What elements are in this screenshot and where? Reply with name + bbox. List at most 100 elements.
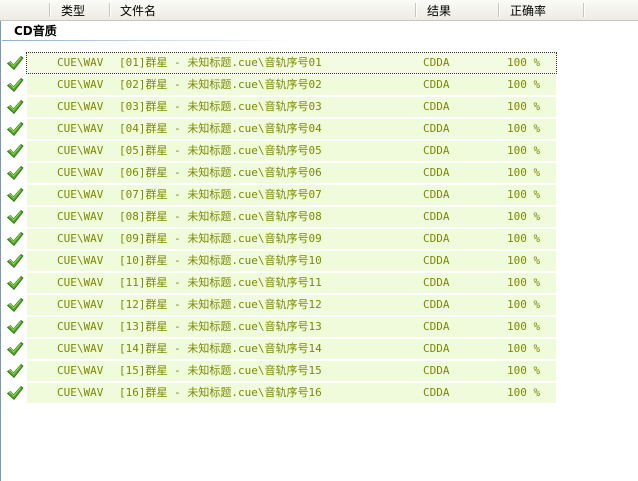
table-row[interactable]: CUE\WAV [02]群星 - 未知标题.cue\音轨序号02 CDDA 100 %	[0, 74, 638, 96]
cell-accuracy: 100 %	[507, 166, 541, 179]
cell-result: CDDA	[423, 232, 450, 245]
cell-filename: [11]群星 - 未知标题.cue\音轨序号11	[119, 276, 322, 289]
header-separator[interactable]	[49, 3, 51, 17]
cell-type: CUE\WAV	[57, 56, 104, 69]
cell-type: CUE\WAV	[57, 232, 104, 245]
checkmark-icon	[6, 363, 24, 379]
checkmark-icon	[6, 297, 24, 313]
cell-result: CDDA	[423, 364, 450, 377]
table-row[interactable]: CUE\WAV [05]群星 - 未知标题.cue\音轨序号05 CDDA 100 %	[0, 140, 638, 162]
table-row[interactable]: CUE\WAV [09]群星 - 未知标题.cue\音轨序号09 CDDA 100 %	[0, 228, 638, 250]
cell-accuracy: 100 %	[507, 56, 541, 69]
cell-result: CDDA	[423, 254, 450, 267]
cell-filename: [15]群星 - 未知标题.cue\音轨序号15	[119, 364, 322, 377]
column-header-accuracy[interactable]: 正确率	[510, 0, 546, 20]
cell-type: CUE\WAV	[57, 210, 104, 223]
table-row[interactable]: CUE\WAV [11]群星 - 未知标题.cue\音轨序号11 CDDA 100 %	[0, 272, 638, 294]
checkmark-icon	[6, 209, 24, 225]
cell-type: CUE\WAV	[57, 364, 104, 377]
cell-result: CDDA	[423, 298, 450, 311]
cell-accuracy: 100 %	[507, 122, 541, 135]
checkmark-icon	[6, 143, 24, 159]
cell-accuracy: 100 %	[507, 276, 541, 289]
cell-result: CDDA	[423, 78, 450, 91]
group-divider	[2, 40, 292, 41]
checkmark-icon	[6, 385, 24, 401]
cell-accuracy: 100 %	[507, 386, 541, 399]
table-row[interactable]: CUE\WAV [01]群星 - 未知标题.cue\音轨序号01 CDDA 100 %	[0, 52, 638, 74]
cell-accuracy: 100 %	[507, 210, 541, 223]
cell-result: CDDA	[423, 386, 450, 399]
table-row[interactable]: CUE\WAV [16]群星 - 未知标题.cue\音轨序号16 CDDA 100 %	[0, 382, 638, 404]
cell-result: CDDA	[423, 166, 450, 179]
cell-filename: [09]群星 - 未知标题.cue\音轨序号09	[119, 232, 322, 245]
table-row[interactable]: CUE\WAV [10]群星 - 未知标题.cue\音轨序号10 CDDA 100 %	[0, 250, 638, 272]
header-separator[interactable]	[498, 3, 500, 17]
cell-filename: [05]群星 - 未知标题.cue\音轨序号05	[119, 144, 322, 157]
checkmark-icon	[6, 121, 24, 137]
cell-filename: [04]群星 - 未知标题.cue\音轨序号04	[119, 122, 322, 135]
column-header-type[interactable]: 类型	[61, 0, 85, 20]
cell-result: CDDA	[423, 276, 450, 289]
cell-filename: [13]群星 - 未知标题.cue\音轨序号13	[119, 320, 322, 333]
cell-accuracy: 100 %	[507, 100, 541, 113]
checkmark-icon	[6, 275, 24, 291]
cell-result: CDDA	[423, 320, 450, 333]
cell-type: CUE\WAV	[57, 342, 104, 355]
header-separator[interactable]	[415, 3, 417, 17]
cell-type: CUE\WAV	[57, 166, 104, 179]
cell-accuracy: 100 %	[507, 364, 541, 377]
cell-type: CUE\WAV	[57, 78, 104, 91]
cell-accuracy: 100 %	[507, 320, 541, 333]
cell-type: CUE\WAV	[57, 144, 104, 157]
cell-filename: [14]群星 - 未知标题.cue\音轨序号14	[119, 342, 322, 355]
cell-result: CDDA	[423, 210, 450, 223]
cell-result: CDDA	[423, 100, 450, 113]
cell-accuracy: 100 %	[507, 342, 541, 355]
checkmark-icon	[6, 165, 24, 181]
cell-result: CDDA	[423, 122, 450, 135]
cell-accuracy: 100 %	[507, 144, 541, 157]
cell-accuracy: 100 %	[507, 78, 541, 91]
table-row[interactable]: CUE\WAV [06]群星 - 未知标题.cue\音轨序号06 CDDA 100 %	[0, 162, 638, 184]
table-row[interactable]: CUE\WAV [12]群星 - 未知标题.cue\音轨序号12 CDDA 100 %	[0, 294, 638, 316]
cell-type: CUE\WAV	[57, 254, 104, 267]
checkmark-icon	[6, 231, 24, 247]
cell-type: CUE\WAV	[57, 320, 104, 333]
checkmark-icon	[6, 99, 24, 115]
cell-accuracy: 100 %	[507, 232, 541, 245]
header-separator[interactable]	[109, 3, 111, 17]
table-row[interactable]: CUE\WAV [15]群星 - 未知标题.cue\音轨序号15 CDDA 100 %	[0, 360, 638, 382]
table-row[interactable]: CUE\WAV [08]群星 - 未知标题.cue\音轨序号08 CDDA 100 %	[0, 206, 638, 228]
cell-type: CUE\WAV	[57, 188, 104, 201]
checkmark-icon	[6, 319, 24, 335]
checkmark-icon	[6, 253, 24, 269]
cell-filename: [08]群星 - 未知标题.cue\音轨序号08	[119, 210, 322, 223]
cell-filename: [06]群星 - 未知标题.cue\音轨序号06	[119, 166, 322, 179]
cell-accuracy: 100 %	[507, 254, 541, 267]
group-title: CD音质	[14, 24, 57, 38]
column-header-result[interactable]: 结果	[427, 0, 451, 20]
checkmark-icon	[6, 55, 24, 71]
table-row[interactable]: CUE\WAV [13]群星 - 未知标题.cue\音轨序号13 CDDA 100 %	[0, 316, 638, 338]
cell-filename: [12]群星 - 未知标题.cue\音轨序号12	[119, 298, 322, 311]
cell-filename: [02]群星 - 未知标题.cue\音轨序号02	[119, 78, 322, 91]
table-row[interactable]: CUE\WAV [07]群星 - 未知标题.cue\音轨序号07 CDDA 100 %	[0, 184, 638, 206]
cell-filename: [03]群星 - 未知标题.cue\音轨序号03	[119, 100, 322, 113]
cell-result: CDDA	[423, 144, 450, 157]
cell-result: CDDA	[423, 188, 450, 201]
column-header: 类型 文件名 结果 正确率	[0, 0, 638, 21]
cell-accuracy: 100 %	[507, 188, 541, 201]
cell-type: CUE\WAV	[57, 386, 104, 399]
cell-type: CUE\WAV	[57, 122, 104, 135]
column-header-filename[interactable]: 文件名	[120, 0, 156, 20]
header-separator[interactable]	[583, 3, 585, 17]
cell-filename: [16]群星 - 未知标题.cue\音轨序号16	[119, 386, 322, 399]
checkmark-icon	[6, 77, 24, 93]
table-row[interactable]: CUE\WAV [14]群星 - 未知标题.cue\音轨序号14 CDDA 100 %	[0, 338, 638, 360]
cell-result: CDDA	[423, 56, 450, 69]
cell-type: CUE\WAV	[57, 298, 104, 311]
cell-accuracy: 100 %	[507, 298, 541, 311]
table-row[interactable]: CUE\WAV [03]群星 - 未知标题.cue\音轨序号03 CDDA 100 %	[0, 96, 638, 118]
table-row[interactable]: CUE\WAV [04]群星 - 未知标题.cue\音轨序号04 CDDA 100 %	[0, 118, 638, 140]
